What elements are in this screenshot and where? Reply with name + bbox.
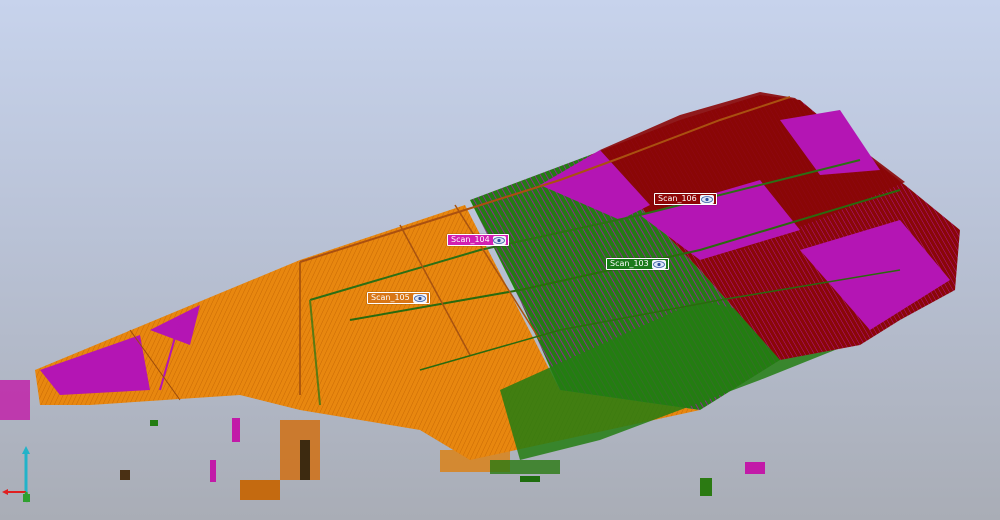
scan-label-105-text: Scan_105: [371, 293, 410, 302]
eye-icon[interactable]: [413, 293, 427, 303]
eye-icon[interactable]: [700, 194, 714, 204]
3d-viewport[interactable]: Scan_104 Scan_105 Scan_103 Scan_106: [0, 0, 1000, 520]
scan-label-105[interactable]: Scan_105: [367, 292, 430, 304]
scan-label-104-text: Scan_104: [451, 235, 490, 244]
scan-label-106[interactable]: Scan_106: [654, 193, 717, 205]
point-cloud-scene[interactable]: [0, 0, 1000, 520]
scan-label-106-text: Scan_106: [658, 194, 697, 203]
axis-gizmo: [2, 446, 30, 503]
scan-label-103[interactable]: Scan_103: [606, 258, 669, 270]
scan-label-103-text: Scan_103: [610, 259, 649, 268]
scan-label-104[interactable]: Scan_104: [447, 234, 509, 246]
eye-icon[interactable]: [492, 235, 506, 245]
eye-icon[interactable]: [652, 259, 666, 269]
